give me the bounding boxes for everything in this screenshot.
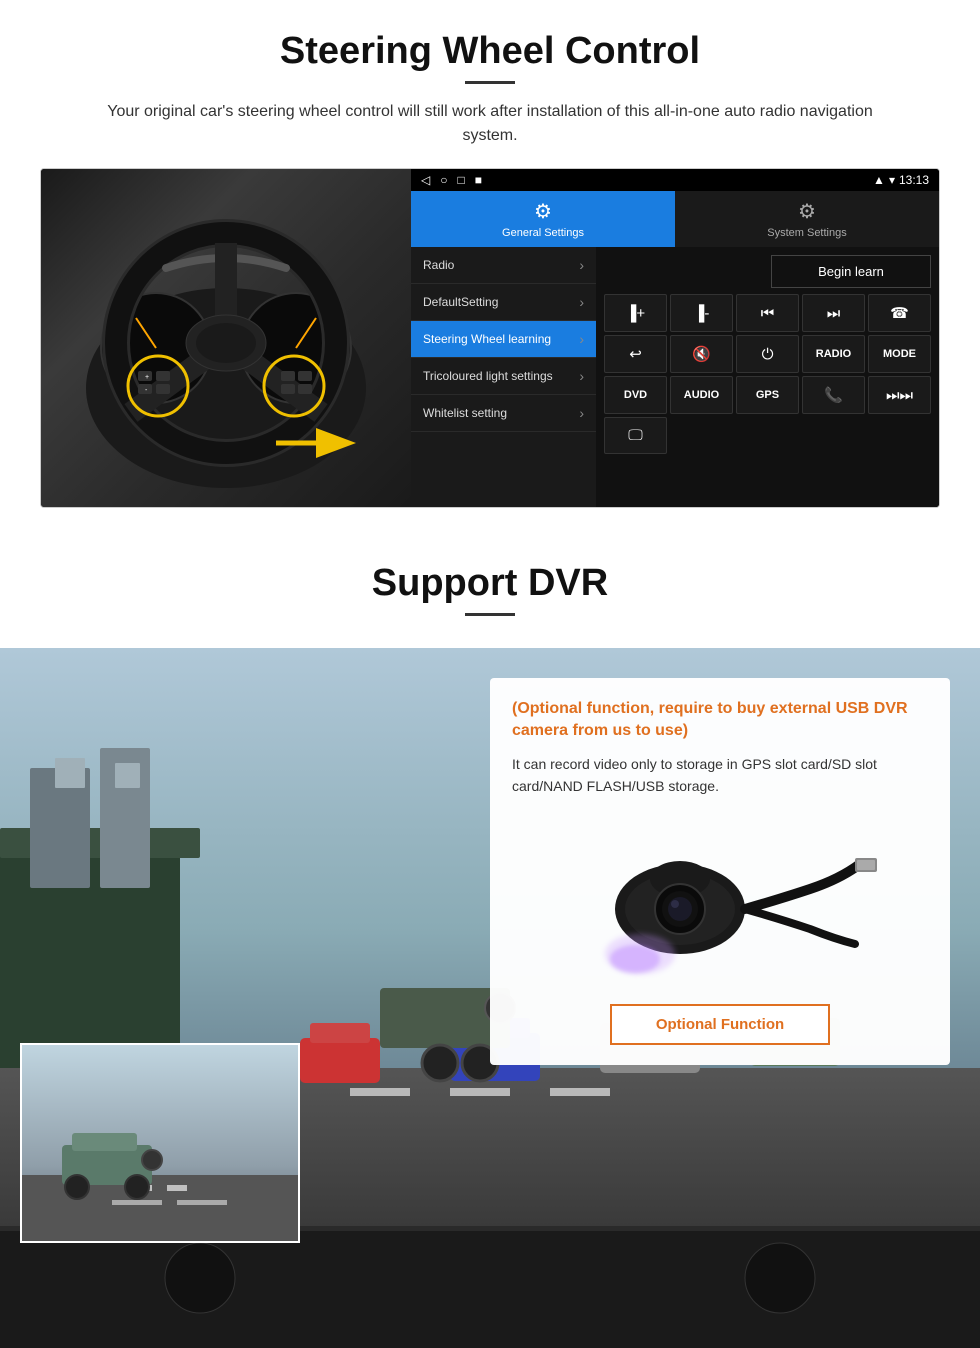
signal-icon: ▲ <box>873 173 885 187</box>
menu-item-steering[interactable]: Steering Wheel learning › <box>411 321 596 358</box>
title-divider <box>465 81 515 84</box>
skip-button[interactable]: ⏭⏭ <box>868 376 931 414</box>
system-settings-tab[interactable]: ⚙ System Settings <box>675 191 939 247</box>
vol-up-button[interactable]: ▐+ <box>604 294 667 332</box>
audio-button[interactable]: AUDIO <box>670 376 733 414</box>
mode-button[interactable]: MODE <box>868 335 931 373</box>
dvr-description: It can record video only to storage in G… <box>512 753 928 798</box>
dvr-camera-svg <box>560 814 880 994</box>
dvr-product-area <box>512 814 928 994</box>
control-buttons-grid: ▐+ ▐- ⏮ ⏭ ☎ ↩ 🔇 ⏻ RADIO MODE DVD AUDIO G… <box>604 294 931 454</box>
menu-item-radio[interactable]: Radio › <box>411 247 596 284</box>
gps-button[interactable]: GPS <box>736 376 799 414</box>
system-settings-label: System Settings <box>767 227 846 239</box>
wifi-icon: ▾ <box>889 173 895 187</box>
back-button[interactable]: ↩ <box>604 335 667 373</box>
radio-arrow-icon: › <box>579 257 584 273</box>
radio-button[interactable]: RADIO <box>802 335 865 373</box>
next-button[interactable]: ⏭ <box>802 294 865 332</box>
steering-description: Your original car's steering wheel contr… <box>80 100 900 148</box>
menu-item-radio-label: Radio <box>423 258 454 272</box>
menu-item-tricoloured-label: Tricoloured light settings <box>423 369 553 383</box>
begin-learn-button[interactable]: Begin learn <box>771 255 931 288</box>
default-arrow-icon: › <box>579 294 584 310</box>
mute-button[interactable]: 🔇 <box>670 335 733 373</box>
prev-button[interactable]: ⏮ <box>736 294 799 332</box>
tricoloured-arrow-icon: › <box>579 368 584 384</box>
steering-section: Steering Wheel Control Your original car… <box>0 0 980 528</box>
back-nav[interactable]: ◁ <box>421 173 430 187</box>
menu-item-tricoloured[interactable]: Tricoloured light settings › <box>411 358 596 395</box>
dvd-button[interactable]: DVD <box>604 376 667 414</box>
vol-down-button[interactable]: ▐- <box>670 294 733 332</box>
android-ui: ◁ ○ □ ■ ▲ ▾ 13:13 ⚙ General Settings <box>411 169 939 507</box>
phone-prev-button[interactable]: 📞 <box>802 376 865 414</box>
screen-button[interactable]: 🖵 <box>604 417 667 454</box>
status-bar-right: ▲ ▾ 13:13 <box>873 173 929 187</box>
power-button[interactable]: ⏻ <box>736 335 799 373</box>
status-bar: ◁ ○ □ ■ ▲ ▾ 13:13 <box>411 169 939 191</box>
dvr-info-card: (Optional function, require to buy exter… <box>490 678 950 1065</box>
svg-text:+: + <box>145 374 149 381</box>
dvr-title: Support DVR <box>40 562 940 605</box>
steering-photo: + - <box>41 169 411 507</box>
dvr-title-divider <box>465 613 515 616</box>
settings-tabs: ⚙ General Settings ⚙ System Settings <box>411 191 939 247</box>
general-settings-icon: ⚙ <box>534 199 552 224</box>
menu-nav[interactable]: ■ <box>475 173 482 187</box>
menu-list: Radio › DefaultSetting › Steering Wheel … <box>411 247 596 507</box>
menu-item-default[interactable]: DefaultSetting › <box>411 284 596 321</box>
menu-item-default-label: DefaultSetting <box>423 295 498 309</box>
recents-nav[interactable]: □ <box>457 173 464 187</box>
begin-learn-row: Begin learn <box>604 255 931 288</box>
dvr-header: Support DVR <box>0 538 980 648</box>
menu-area: Radio › DefaultSetting › Steering Wheel … <box>411 247 939 507</box>
dvr-content: (Optional function, require to buy exter… <box>0 648 980 1348</box>
time-display: 13:13 <box>899 173 929 187</box>
dvr-optional-title: (Optional function, require to buy exter… <box>512 698 928 743</box>
system-settings-icon: ⚙ <box>798 199 816 224</box>
home-nav[interactable]: ○ <box>440 173 447 187</box>
steering-title: Steering Wheel Control <box>40 30 940 73</box>
phone-button[interactable]: ☎ <box>868 294 931 332</box>
status-bar-left: ◁ ○ □ ■ <box>421 173 867 187</box>
steering-arrow-icon: › <box>579 331 584 347</box>
general-settings-tab[interactable]: ⚙ General Settings <box>411 191 675 247</box>
dvr-inset-svg <box>22 1045 300 1243</box>
steering-wheel-svg: + - <box>76 188 376 488</box>
optional-function-button[interactable]: Optional Function <box>610 1004 830 1045</box>
menu-item-whitelist[interactable]: Whitelist setting › <box>411 395 596 432</box>
general-settings-label: General Settings <box>502 227 584 239</box>
menu-item-steering-label: Steering Wheel learning <box>423 332 551 346</box>
dvr-inset-footage <box>20 1043 300 1243</box>
buttons-panel: Begin learn ▐+ ▐- ⏮ ⏭ ☎ ↩ 🔇 ⏻ RADIO MODE… <box>596 247 939 507</box>
menu-item-whitelist-label: Whitelist setting <box>423 406 507 420</box>
whitelist-arrow-icon: › <box>579 405 584 421</box>
demo-container: + - ◁ ○ □ ■ <box>40 168 940 508</box>
dvr-section: Support DVR <box>0 538 980 1348</box>
